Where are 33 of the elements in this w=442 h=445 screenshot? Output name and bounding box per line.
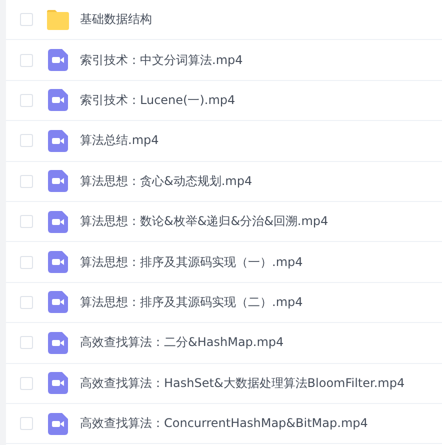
video-file-icon — [48, 89, 68, 112]
file-name[interactable]: 高效查找算法：HashSet&大数据处理算法BloomFilter.mp4 — [80, 374, 405, 392]
file-name[interactable]: 算法总结.mp4 — [80, 132, 159, 150]
checkbox[interactable] — [20, 13, 33, 26]
file-name[interactable]: 算法思想：数论&枚举&递归&分治&回溯.mp4 — [80, 213, 328, 230]
video-file-icon — [48, 332, 68, 354]
checkbox[interactable] — [20, 134, 33, 148]
file-name[interactable]: 算法思想：排序及其源码实现（二）.mp4 — [80, 294, 303, 311]
video-file-icon — [48, 372, 68, 394]
video-file-icon — [48, 49, 68, 72]
video-file-icon — [48, 130, 68, 152]
video-file-icon — [48, 210, 68, 233]
file-name[interactable]: 算法思想：排序及其源码实现（一）.mp4 — [80, 254, 303, 271]
checkbox[interactable] — [20, 417, 33, 430]
checkbox[interactable] — [20, 54, 33, 67]
checkbox[interactable] — [20, 94, 33, 107]
file-name[interactable]: 算法思想：贪心&动态规划.mp4 — [80, 172, 252, 190]
checkbox[interactable] — [20, 215, 33, 228]
file-name[interactable]: 高效查找算法：二分&HashMap.mp4 — [80, 334, 284, 352]
file-name[interactable]: 索引技术：中文分词算法.mp4 — [80, 52, 243, 69]
file-name[interactable]: 索引技术：Lucene(一).mp4 — [80, 92, 236, 109]
video-file-icon — [48, 412, 68, 435]
checkbox[interactable] — [20, 376, 33, 390]
file-name[interactable]: 高效查找算法：ConcurrentHashMap&BitMap.mp4 — [80, 415, 368, 432]
checkbox[interactable] — [20, 296, 33, 309]
video-file-icon — [48, 251, 68, 274]
checkbox[interactable] — [20, 174, 33, 188]
file-name[interactable]: 基础数据结构 — [80, 11, 152, 28]
checkbox[interactable] — [20, 336, 33, 350]
video-file-icon — [48, 291, 68, 314]
checkbox[interactable] — [20, 256, 33, 269]
folder-icon — [46, 8, 70, 31]
video-file-icon — [48, 170, 68, 192]
